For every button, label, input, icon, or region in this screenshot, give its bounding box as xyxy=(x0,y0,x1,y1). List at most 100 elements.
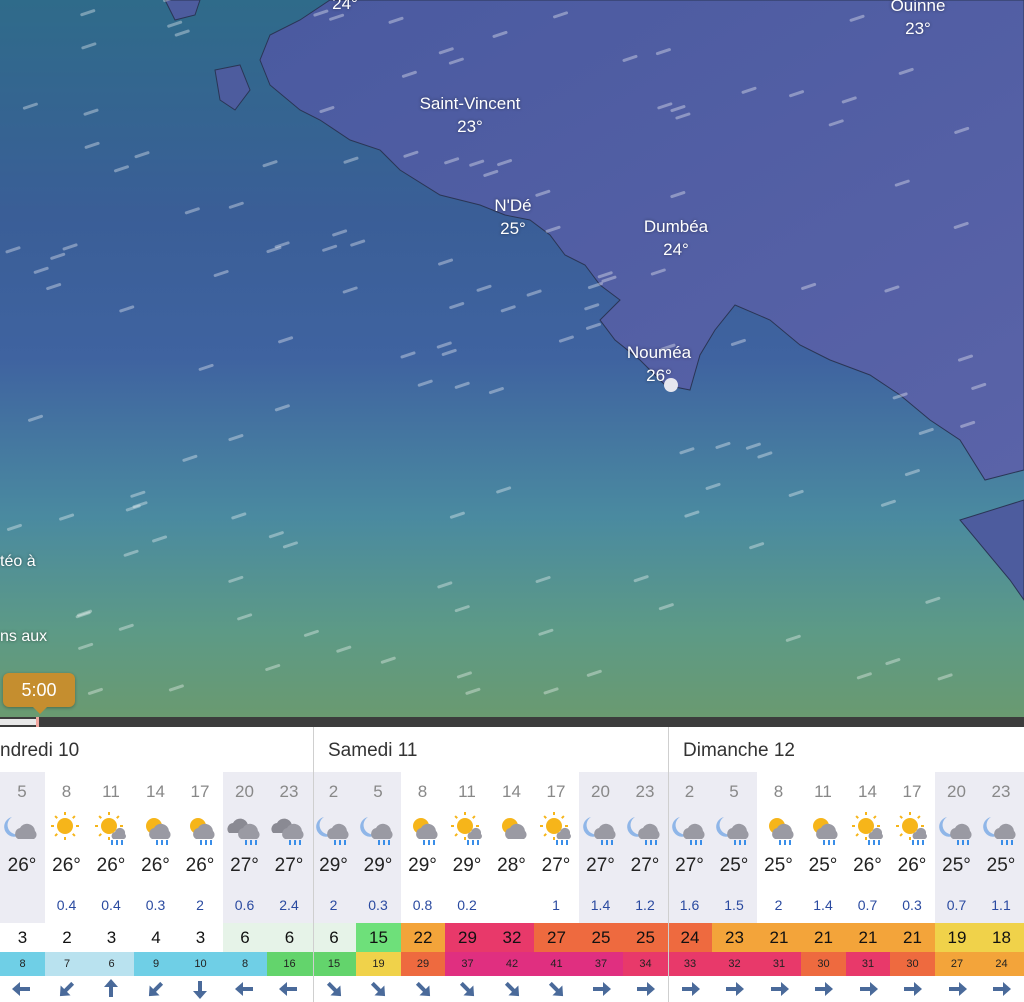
hour-label[interactable]: 20 xyxy=(579,782,623,802)
wind-streak xyxy=(885,658,901,666)
wind-streak xyxy=(745,442,761,450)
city-label-top[interactable]: 24° xyxy=(332,0,358,15)
wind-streak xyxy=(231,512,247,520)
temperature: 26° xyxy=(7,855,37,876)
wind-speed-cell: 7 xyxy=(44,952,90,976)
precipitation: 0.3 xyxy=(902,897,922,913)
temperature: 29° xyxy=(319,855,348,876)
arrow-down-right-icon xyxy=(445,977,489,1001)
hour-label[interactable]: 8 xyxy=(757,782,801,802)
wind-speed-cell: 42 xyxy=(489,952,535,976)
hour-label[interactable]: 2 xyxy=(312,782,356,802)
wind-streak xyxy=(75,611,91,619)
wind-streak xyxy=(46,283,62,291)
hour-label[interactable]: 11 xyxy=(89,782,133,802)
moon-cloud-icon xyxy=(2,811,42,845)
hour-label[interactable]: 5 xyxy=(712,782,756,802)
city-label-saint-vincent[interactable]: Saint-Vincent 23° xyxy=(420,92,521,138)
sun-cloud-rain-icon xyxy=(403,811,443,845)
wind-streak xyxy=(130,490,146,498)
timeline-scrubber[interactable] xyxy=(0,717,1024,727)
wind-speed-cell: 8 xyxy=(222,952,268,976)
wind-streak xyxy=(6,523,22,531)
wind-streak xyxy=(584,303,600,311)
wind-streak xyxy=(526,289,542,297)
temperature: 26° xyxy=(52,855,81,876)
wind-gust-cell: 21 xyxy=(756,923,802,952)
hour-label[interactable]: 20 xyxy=(223,782,267,802)
city-temp: 23° xyxy=(457,117,483,136)
forecast-panel[interactable]: ndredi 10 Samedi 11 Dimanche 12 5 26° 3 8 8 2… xyxy=(0,727,1024,1002)
city-label-nde[interactable]: N'Dé 25° xyxy=(494,194,531,240)
hour-label[interactable]: 11 xyxy=(445,782,489,802)
wind-gust-cell: 21 xyxy=(890,923,935,952)
city-name: Ouinne xyxy=(890,0,946,15)
hour-label[interactable]: 14 xyxy=(490,782,534,802)
hour-label[interactable]: 14 xyxy=(134,782,178,802)
wind-streak xyxy=(535,576,551,584)
hour-label[interactable]: 5 xyxy=(0,782,44,802)
wind-gust-cell: 25 xyxy=(623,923,668,952)
hour-label[interactable]: 23 xyxy=(979,782,1023,802)
weather-map[interactable]: 24° Ouinne 23° Saint-Vincent 23° N'Dé 25° D… xyxy=(0,0,1024,718)
hour-label[interactable]: 17 xyxy=(178,782,222,802)
wind-streak xyxy=(198,363,214,371)
city-label-dumbea[interactable]: Dumbéa 24° xyxy=(644,215,708,261)
timeline-handle[interactable] xyxy=(36,717,39,727)
wind-streak xyxy=(332,229,348,237)
sun-rain-icon xyxy=(848,811,888,845)
wind-streak xyxy=(454,605,470,613)
city-label-ouinne[interactable]: Ouinne 23° xyxy=(891,0,946,40)
wind-speed-cell: 29 xyxy=(400,952,446,976)
wind-speed-cell: 19 xyxy=(356,952,401,976)
wind-streak xyxy=(856,672,872,680)
hour-label[interactable]: 14 xyxy=(846,782,890,802)
wind-speed-cell: 8 xyxy=(0,952,45,976)
hour-label[interactable]: 23 xyxy=(623,782,667,802)
wind-streak xyxy=(83,108,99,116)
hour-label[interactable]: 8 xyxy=(401,782,445,802)
city-temp: 23° xyxy=(905,19,931,38)
wind-streak xyxy=(282,541,298,549)
wind-streak xyxy=(538,628,554,636)
hour-label[interactable]: 23 xyxy=(267,782,311,802)
sun-cloud-rain-icon xyxy=(180,811,220,845)
temperature: 27° xyxy=(230,855,259,876)
precipitation: 1.6 xyxy=(679,897,700,913)
wind-streak xyxy=(543,687,559,695)
hour-label[interactable]: 17 xyxy=(534,782,578,802)
wind-streak xyxy=(437,581,453,589)
wind-streak xyxy=(380,656,396,664)
arrow-up-icon xyxy=(89,977,133,1001)
timeline-played xyxy=(0,719,37,725)
wind-streak xyxy=(342,286,358,294)
temperature: 27° xyxy=(630,855,660,876)
hour-label[interactable]: 5 xyxy=(356,782,400,802)
hour-label[interactable]: 2 xyxy=(668,782,712,802)
precipitation: 0.3 xyxy=(145,897,166,913)
precipitation: 1.2 xyxy=(635,897,655,913)
sun-cloud-rain-icon xyxy=(803,811,843,845)
precipitation: 0.7 xyxy=(857,897,878,913)
wind-streak xyxy=(715,441,731,449)
wind-streak xyxy=(925,596,941,604)
sun-rain-icon xyxy=(892,811,932,845)
wind-streak xyxy=(274,241,290,249)
wind-streak xyxy=(265,664,281,672)
hour-label[interactable]: 17 xyxy=(890,782,934,802)
hour-label[interactable]: 11 xyxy=(801,782,845,802)
hour-label[interactable]: 8 xyxy=(45,782,89,802)
time-indicator-bubble[interactable]: 5:00 xyxy=(3,673,75,714)
moon-rain-icon xyxy=(314,811,354,845)
day-header-vendredi: ndredi 10 xyxy=(0,740,80,761)
precipitation: 0.6 xyxy=(234,897,255,913)
temperature: 26° xyxy=(96,855,126,876)
cloud-rain-icon xyxy=(225,811,265,845)
temperature: 27° xyxy=(274,855,304,876)
wind-streak xyxy=(5,246,21,254)
temperature: 25° xyxy=(764,855,793,876)
arrow-right-icon xyxy=(846,977,890,1001)
precipitation: 1.5 xyxy=(724,897,744,913)
hour-label[interactable]: 20 xyxy=(935,782,979,802)
city-label-noumea[interactable]: Nouméa 26° xyxy=(627,341,691,387)
